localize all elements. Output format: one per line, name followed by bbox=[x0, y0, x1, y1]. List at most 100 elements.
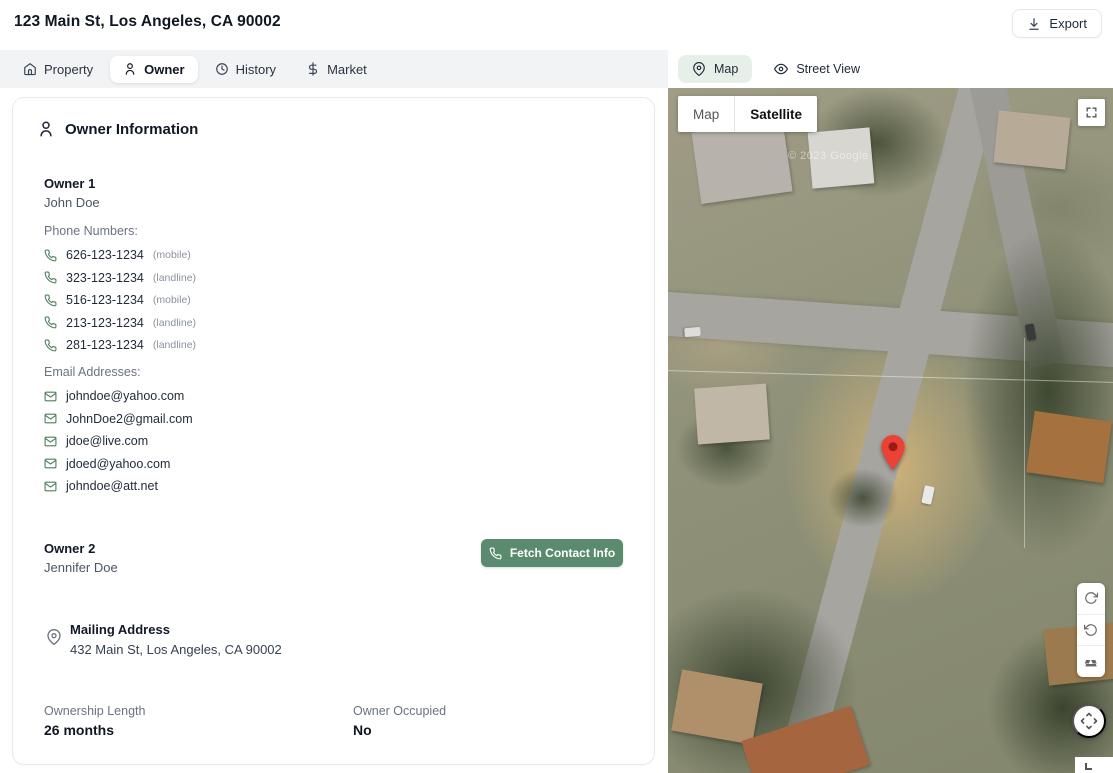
fullscreen-icon bbox=[1085, 106, 1098, 119]
page-title: 123 Main St, Los Angeles, CA 90002 bbox=[14, 13, 281, 31]
email-address: johndoe@att.net bbox=[66, 479, 158, 493]
owner1-label: Owner 1 bbox=[44, 176, 95, 191]
phone-row: 516-123-1234 (mobile) bbox=[44, 289, 196, 312]
phone-type: (mobile) bbox=[153, 249, 191, 261]
mail-icon bbox=[44, 412, 57, 425]
left-pane: Property Owner History Market Owner Info… bbox=[0, 50, 668, 773]
owner-occupied-label: Owner Occupied bbox=[353, 704, 446, 718]
owner2-label: Owner 2 bbox=[44, 541, 95, 556]
tilt-45-icon bbox=[1084, 655, 1098, 669]
phone-icon bbox=[44, 271, 57, 284]
mail-icon bbox=[44, 435, 57, 448]
phone-icon bbox=[44, 249, 57, 262]
export-label: Export bbox=[1049, 16, 1087, 31]
fullscreen-button[interactable] bbox=[1078, 99, 1105, 126]
map-watermark: © 2023 Google bbox=[788, 150, 869, 162]
app-root: 123 Main St, Los Angeles, CA 90002 Expor… bbox=[0, 0, 1113, 773]
email-row: jdoe@live.com bbox=[44, 430, 193, 453]
tab-history-label: History bbox=[236, 62, 276, 77]
phone-list: 626-123-1234 (mobile) 323-123-1234 (land… bbox=[44, 244, 196, 357]
map-building bbox=[691, 120, 792, 204]
mail-icon bbox=[44, 457, 57, 470]
phone-number: 516-123-1234 bbox=[66, 293, 144, 307]
map-building bbox=[993, 110, 1070, 169]
mail-icon bbox=[44, 390, 57, 403]
tab-history[interactable]: History bbox=[202, 56, 289, 83]
map-type-satellite-button[interactable]: Satellite bbox=[735, 96, 817, 132]
top-header: 123 Main St, Los Angeles, CA 90002 Expor… bbox=[0, 0, 1113, 50]
tilt-view-button[interactable] bbox=[1077, 645, 1105, 677]
mailing-address-label: Mailing Address bbox=[70, 622, 170, 637]
phone-type: (mobile) bbox=[153, 294, 191, 306]
fetch-contact-info-label: Fetch Contact Info bbox=[510, 546, 615, 560]
tab-owner[interactable]: Owner bbox=[110, 56, 197, 83]
tab-property-label: Property bbox=[44, 62, 93, 77]
owner1-name: John Doe bbox=[44, 195, 100, 210]
pan-arrows-icon bbox=[1079, 711, 1099, 731]
satellite-map[interactable]: © 2023 Google Map Satellite bbox=[668, 88, 1113, 773]
pan-control-button[interactable] bbox=[1072, 704, 1106, 738]
owner-information-card: Owner Information Owner 1 John Doe Phone… bbox=[12, 97, 655, 765]
mail-icon bbox=[44, 480, 57, 493]
ownership-length-label: Ownership Length bbox=[44, 704, 145, 718]
phone-row: 213-123-1234 (landline) bbox=[44, 312, 196, 335]
tab-market-label: Market bbox=[327, 62, 367, 77]
person-icon bbox=[123, 62, 137, 76]
email-row: johndoe@yahoo.com bbox=[44, 385, 193, 408]
email-address: JohnDoe2@gmail.com bbox=[66, 412, 193, 426]
home-icon bbox=[23, 62, 37, 76]
map-pin-icon bbox=[692, 62, 706, 76]
phone-number: 213-123-1234 bbox=[66, 316, 144, 330]
ownership-length-value: 26 months bbox=[44, 722, 114, 738]
rotate-cw-icon bbox=[1084, 591, 1098, 605]
phone-icon bbox=[489, 547, 502, 560]
map-type-map-button[interactable]: Map bbox=[678, 96, 734, 132]
right-pane: Map Street View bbox=[668, 50, 1113, 773]
download-icon bbox=[1027, 17, 1041, 31]
tab-strip: Property Owner History Market bbox=[0, 50, 668, 88]
email-row: jdoed@yahoo.com bbox=[44, 453, 193, 476]
email-list: johndoe@yahoo.com JohnDoe2@gmail.com jdo… bbox=[44, 385, 193, 498]
phone-type: (landline) bbox=[153, 317, 196, 329]
phone-icon bbox=[44, 339, 57, 352]
view-toggle-map[interactable]: Map bbox=[678, 55, 752, 83]
view-toggle-street-view[interactable]: Street View bbox=[760, 55, 874, 83]
emails-label: Email Addresses: bbox=[44, 365, 141, 379]
card-title-label: Owner Information bbox=[65, 121, 198, 138]
phone-type: (landline) bbox=[153, 272, 196, 284]
phone-row: 323-123-1234 (landline) bbox=[44, 267, 196, 290]
phone-row: 626-123-1234 (mobile) bbox=[44, 244, 196, 267]
card-title: Owner Information bbox=[37, 120, 198, 138]
phone-number: 323-123-1234 bbox=[66, 271, 144, 285]
owner-occupied-value: No bbox=[353, 722, 372, 738]
rotate-counterclockwise-button[interactable] bbox=[1077, 614, 1105, 646]
clock-icon bbox=[215, 62, 229, 76]
phone-row: 281-123-1234 (landline) bbox=[44, 334, 196, 357]
email-address: jdoe@live.com bbox=[66, 434, 148, 448]
view-toggle-map-label: Map bbox=[714, 62, 738, 76]
fetch-contact-info-button[interactable]: Fetch Contact Info bbox=[481, 539, 623, 567]
phones-label: Phone Numbers: bbox=[44, 224, 138, 238]
phone-type: (landline) bbox=[153, 339, 196, 351]
location-pin-icon bbox=[46, 629, 62, 645]
rotate-clockwise-button[interactable] bbox=[1077, 583, 1105, 614]
map-building bbox=[694, 384, 770, 445]
tab-owner-label: Owner bbox=[144, 62, 184, 77]
parcel-line bbox=[1024, 338, 1025, 548]
property-marker-icon[interactable] bbox=[881, 435, 905, 470]
tab-property[interactable]: Property bbox=[10, 56, 106, 83]
dollar-icon bbox=[306, 62, 320, 76]
email-address: johndoe@yahoo.com bbox=[66, 389, 184, 403]
person-icon bbox=[37, 120, 55, 138]
email-row: JohnDoe2@gmail.com bbox=[44, 408, 193, 431]
map-trees bbox=[828, 468, 898, 528]
map-building bbox=[1026, 411, 1112, 483]
mailing-address-value: 432 Main St, Los Angeles, CA 90002 bbox=[70, 642, 282, 657]
tab-market[interactable]: Market bbox=[293, 56, 380, 83]
email-address: jdoed@yahoo.com bbox=[66, 457, 170, 471]
export-button[interactable]: Export bbox=[1012, 9, 1102, 38]
map-type-control: Map Satellite bbox=[678, 96, 817, 132]
phone-number: 281-123-1234 bbox=[66, 338, 144, 352]
view-toggle: Map Street View bbox=[668, 50, 1113, 88]
phone-number: 626-123-1234 bbox=[66, 248, 144, 262]
